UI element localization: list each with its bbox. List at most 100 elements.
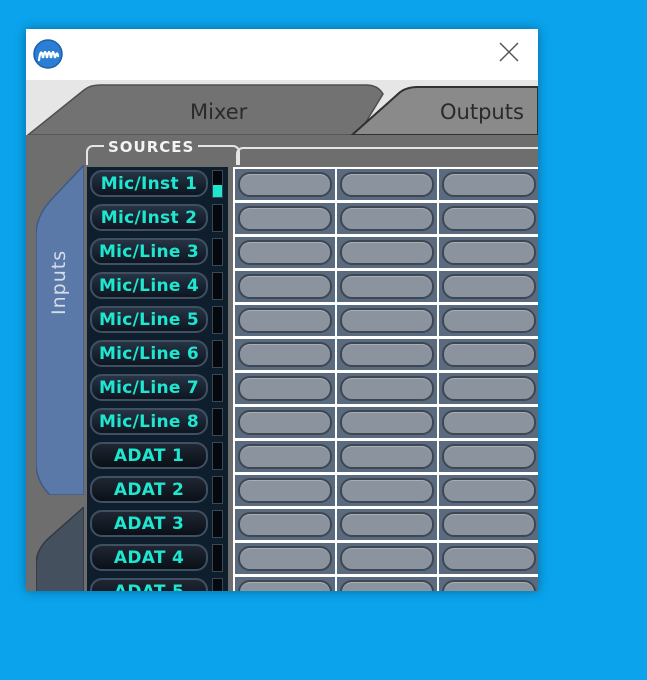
routing-cell[interactable] — [439, 305, 538, 336]
routing-cell[interactable] — [235, 475, 335, 506]
routing-cell[interactable] — [439, 373, 538, 404]
source-button[interactable]: ADAT 5 — [90, 578, 208, 591]
routing-cell[interactable] — [235, 407, 335, 438]
lower-side-tab[interactable] — [36, 507, 84, 591]
level-meter — [212, 442, 223, 470]
source-button[interactable]: Mic/Inst 2 — [90, 204, 208, 231]
routing-cell-button — [340, 308, 434, 333]
routing-cell-button — [340, 240, 434, 265]
app-window: Mixer Outputs Inputs SOURCES Mic/Inst 1M… — [26, 29, 538, 591]
source-button[interactable]: Mic/Line 7 — [90, 374, 208, 401]
routing-cell[interactable] — [439, 577, 538, 591]
routing-cell-button — [442, 410, 536, 435]
routing-cell[interactable] — [439, 407, 538, 438]
source-button[interactable]: Mic/Line 5 — [90, 306, 208, 333]
routing-cell-button — [442, 342, 536, 367]
routing-cell[interactable] — [337, 509, 437, 540]
routing-cell[interactable] — [337, 305, 437, 336]
source-button[interactable]: Mic/Line 6 — [90, 340, 208, 367]
routing-cell[interactable] — [235, 441, 335, 472]
source-row: Mic/Line 3 — [87, 235, 228, 269]
source-row: ADAT 2 — [87, 473, 228, 507]
title-bar — [26, 29, 538, 80]
source-row: ADAT 4 — [87, 541, 228, 575]
tab-bar: Mixer Outputs — [26, 80, 538, 135]
routing-cell[interactable] — [439, 169, 538, 200]
source-row: Mic/Line 8 — [87, 405, 228, 439]
level-meter — [212, 510, 223, 538]
level-meter — [212, 170, 223, 198]
routing-cell-button — [340, 342, 434, 367]
routing-cell[interactable] — [439, 203, 538, 234]
routing-cell-button — [238, 342, 332, 367]
routing-cell[interactable] — [235, 305, 335, 336]
source-button[interactable]: ADAT 2 — [90, 476, 208, 503]
source-button[interactable]: ADAT 1 — [90, 442, 208, 469]
routing-cell[interactable] — [337, 339, 437, 370]
routing-cell[interactable] — [235, 169, 335, 200]
source-button[interactable]: Mic/Line 8 — [90, 408, 208, 435]
routing-cell[interactable] — [235, 339, 335, 370]
routing-cell[interactable] — [439, 237, 538, 268]
routing-cell[interactable] — [235, 203, 335, 234]
level-meter — [212, 476, 223, 504]
routing-cell-button — [238, 274, 332, 299]
routing-cell[interactable] — [439, 339, 538, 370]
source-button[interactable]: ADAT 4 — [90, 544, 208, 571]
source-row: ADAT 3 — [87, 507, 228, 541]
routing-cell[interactable] — [235, 543, 335, 574]
routing-cell[interactable] — [337, 441, 437, 472]
source-row: ADAT 1 — [87, 439, 228, 473]
level-meter — [212, 306, 223, 334]
routing-cell[interactable] — [235, 373, 335, 404]
inputs-tab-label[interactable]: Inputs — [48, 250, 70, 315]
routing-cell[interactable] — [337, 169, 437, 200]
source-button[interactable]: Mic/Line 3 — [90, 238, 208, 265]
routing-cell[interactable] — [439, 543, 538, 574]
routing-cell-button — [340, 478, 434, 503]
routing-cell-button — [238, 580, 332, 591]
tab-mixer[interactable]: Mixer — [190, 100, 247, 124]
motu-logo-icon — [33, 39, 63, 69]
level-meter — [212, 408, 223, 436]
routing-cell[interactable] — [337, 543, 437, 574]
routing-cell[interactable] — [337, 407, 437, 438]
routing-cell-button — [340, 546, 434, 571]
inputs-side-tab[interactable] — [36, 165, 84, 495]
routing-cell[interactable] — [439, 475, 538, 506]
routing-cell-button — [442, 512, 536, 537]
source-button[interactable]: ADAT 3 — [90, 510, 208, 537]
routing-cell-button — [442, 240, 536, 265]
source-row: Mic/Line 7 — [87, 371, 228, 405]
source-button[interactable]: Mic/Line 4 — [90, 272, 208, 299]
routing-cell[interactable] — [439, 441, 538, 472]
level-meter — [212, 272, 223, 300]
routing-cell[interactable] — [235, 237, 335, 268]
level-meter — [212, 374, 223, 402]
routing-cell[interactable] — [337, 373, 437, 404]
level-meter — [212, 340, 223, 368]
routing-cell[interactable] — [337, 203, 437, 234]
tab-outputs[interactable]: Outputs — [440, 100, 524, 124]
routing-cell[interactable] — [337, 237, 437, 268]
routing-cell[interactable] — [439, 509, 538, 540]
routing-cell[interactable] — [235, 577, 335, 591]
routing-cell-button — [238, 478, 332, 503]
routing-cell-button — [340, 274, 434, 299]
routing-cell-button — [340, 206, 434, 231]
routing-panel: Inputs SOURCES Mic/Inst 1 Mic/Inst 2 Mic/L… — [26, 135, 538, 591]
routing-cell[interactable] — [337, 475, 437, 506]
routing-cell[interactable] — [439, 271, 538, 302]
routing-cell[interactable] — [337, 577, 437, 591]
routing-cell-button — [442, 206, 536, 231]
routing-cell[interactable] — [235, 271, 335, 302]
routing-cell[interactable] — [235, 509, 335, 540]
routing-cell-button — [442, 172, 536, 197]
close-button[interactable] — [492, 39, 526, 65]
routing-cell-button — [238, 512, 332, 537]
level-meter — [212, 578, 223, 591]
source-row: Mic/Line 5 — [87, 303, 228, 337]
source-button[interactable]: Mic/Inst 1 — [90, 170, 208, 197]
routing-cell[interactable] — [337, 271, 437, 302]
routing-cell-button — [238, 546, 332, 571]
